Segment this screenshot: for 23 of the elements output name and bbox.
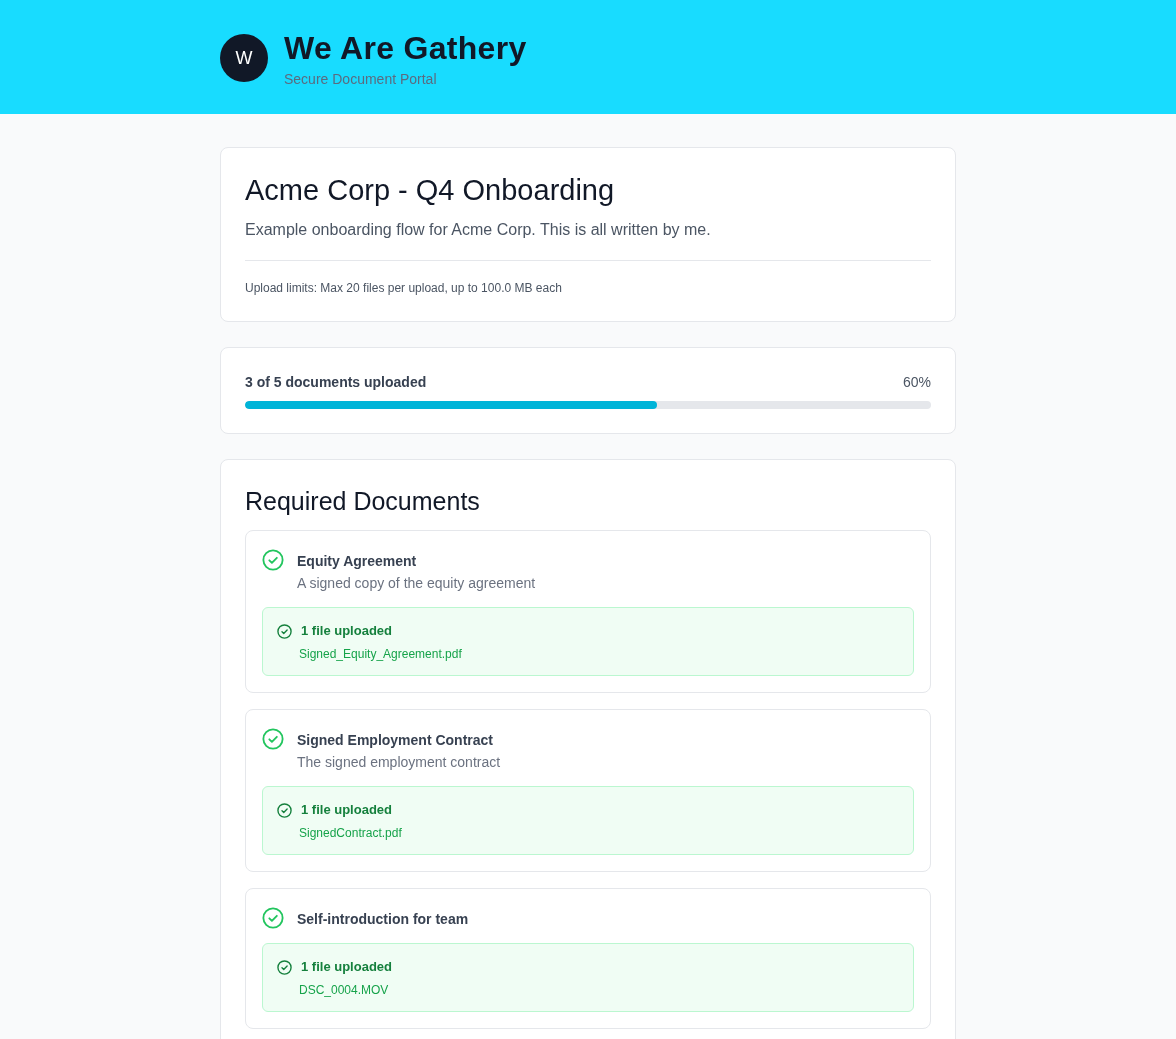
site-title: We Are Gathery	[284, 30, 527, 67]
upload-status: 1 file uploaded	[301, 801, 392, 820]
document-description: A signed copy of the equity agreement	[297, 574, 536, 594]
upload-limits-text: Upload limits: Max 20 files per upload, up to 100.0 MB each	[245, 280, 563, 298]
check-circle-icon	[277, 623, 292, 639]
project-title: Acme Corp - Q4 Onboarding	[245, 173, 616, 208]
file-name: Signed_Equity_Agreement.pdf	[299, 646, 463, 663]
check-circle-icon	[277, 802, 292, 818]
file-name: SignedContract.pdf	[299, 825, 403, 842]
progress-label: 3 of 5 documents uploaded	[245, 373, 427, 393]
document-title: Equity Agreement	[297, 552, 418, 572]
project-description: Example onboarding flow for Acme Corp. This is all written by me.	[245, 220, 712, 241]
progress-percent: 60%	[902, 373, 931, 393]
section-heading: Required Documents	[245, 486, 481, 517]
upload-status: 1 file uploaded	[301, 622, 392, 641]
logo-avatar: W	[220, 34, 268, 82]
upload-status: 1 file uploaded	[301, 958, 392, 977]
document-title: Self-introduction for team	[297, 910, 469, 930]
check-circle-icon	[277, 959, 292, 975]
document-title: Signed Employment Contract	[297, 731, 495, 751]
site-subtitle: Secure Document Portal	[284, 70, 438, 88]
file-name: DSC_0004.MOV	[299, 982, 390, 999]
document-description: The signed employment contract	[297, 753, 501, 773]
